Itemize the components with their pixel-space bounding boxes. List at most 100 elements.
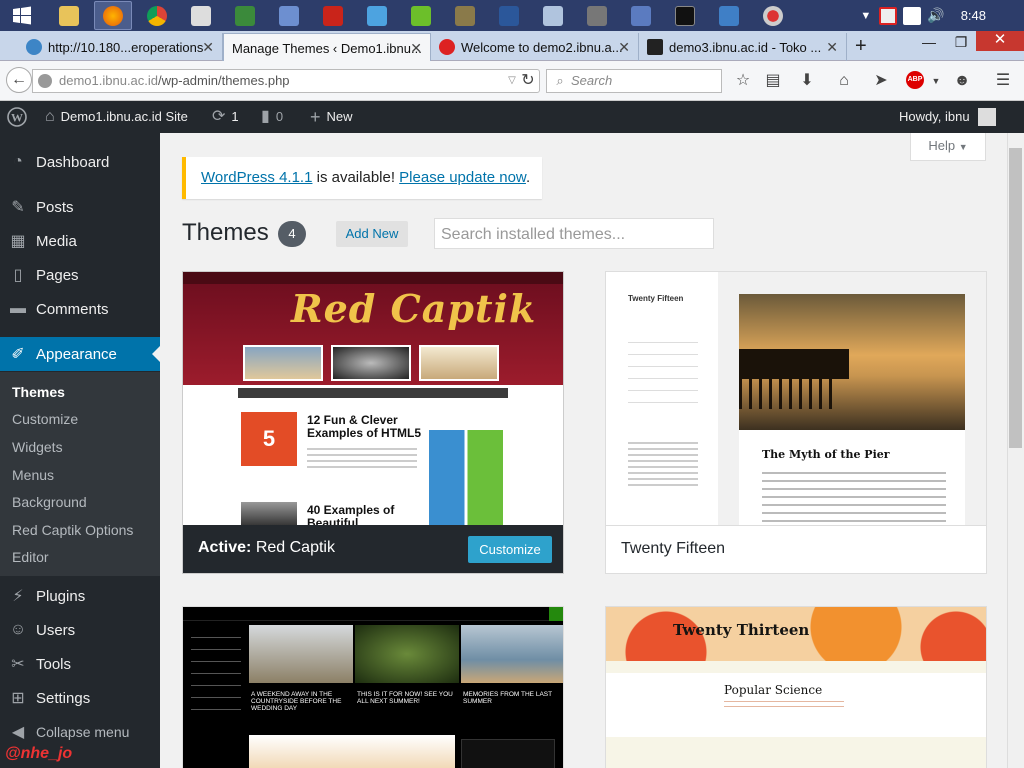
submenu-widgets[interactable]: Widgets	[12, 439, 63, 455]
customize-button[interactable]: Customize	[468, 536, 552, 563]
post-excerpt-lines	[307, 448, 417, 472]
restore-icon[interactable]: ❐	[946, 32, 976, 52]
menu-users[interactable]: ☺ Users	[0, 613, 160, 647]
submenu-themes[interactable]: Themes	[12, 384, 65, 400]
close-tab-icon[interactable]: ✕	[618, 39, 630, 56]
taskbar-control-panel[interactable]	[710, 1, 748, 30]
updates-link[interactable]: ⟳ 1	[212, 101, 239, 133]
flag-icon[interactable]	[903, 6, 922, 25]
theme-screenshot[interactable]: Twenty Fifteen The Myth of the Pier	[606, 272, 986, 525]
wp-logo-icon[interactable]: W	[7, 101, 27, 133]
theme-card-twenty-thirteen[interactable]: Twenty Thirteen Popular Science	[605, 606, 987, 768]
taskbar-chrome[interactable]	[138, 1, 176, 30]
ie-icon	[26, 39, 42, 55]
menu-settings[interactable]: ⊞ Settings	[0, 681, 160, 715]
menu-posts[interactable]: ✎ Posts	[0, 190, 160, 224]
collapse-menu[interactable]: ◀ Collapse menu	[0, 715, 160, 749]
taskbar-network-app[interactable]	[226, 1, 264, 30]
submenu-editor[interactable]: Editor	[12, 549, 49, 565]
browser-nav-bar: ← demo1.ibnu.ac.id/wp-admin/themes.php ▽…	[0, 61, 1024, 101]
menu-comments[interactable]: ▬ Comments	[0, 292, 160, 326]
menu-appearance[interactable]: ✐ Appearance	[0, 337, 160, 371]
close-tab-icon[interactable]: ✕	[410, 40, 422, 57]
taskbar-tool-app[interactable]	[182, 1, 220, 30]
menu-tools[interactable]: ✂ Tools	[0, 647, 160, 681]
taskbar-file-explorer[interactable]	[50, 1, 88, 30]
shop-icon	[647, 39, 663, 55]
menu-media[interactable]: ▦ Media	[0, 224, 160, 258]
taskbar-paint[interactable]	[358, 1, 396, 30]
new-content-link[interactable]: + New	[310, 101, 353, 133]
search-input[interactable]: Search	[546, 69, 722, 93]
globe-icon[interactable]	[38, 74, 52, 88]
close-tab-icon[interactable]: ✕	[202, 39, 214, 56]
back-arrow-icon[interactable]: ←	[6, 67, 32, 93]
pier-legs	[739, 379, 839, 409]
theme-screenshot[interactable]: Twenty Thirteen Popular Science	[606, 607, 986, 768]
tab-manage-themes[interactable]: Manage Themes ‹ Demo1.ibnu... ✕	[223, 33, 431, 62]
my-account[interactable]: Howdy, ibnu	[899, 101, 996, 133]
dropdown-small-icon[interactable]: ▼	[926, 71, 946, 91]
taskbar-cmd[interactable]	[666, 1, 704, 30]
chat-icon[interactable]: ☻	[952, 71, 972, 91]
reload-icon[interactable]: ↻	[518, 71, 538, 91]
taskbar-firefox[interactable]	[94, 1, 132, 30]
tab-demo3[interactable]: demo3.ibnu.ac.id - Toko ... ✕	[639, 33, 847, 61]
taskbar-virtualbox[interactable]	[270, 1, 308, 30]
taskbar-app-window[interactable]	[622, 1, 660, 30]
theme-screenshot[interactable]: Red Captik 5 12 Fun & Clever Examples of…	[183, 272, 563, 525]
submenu-menus[interactable]: Menus	[12, 467, 54, 483]
tab-demo2[interactable]: Welcome to demo2.ibnu.a... ✕	[431, 33, 639, 61]
help-button[interactable]: Help ▼	[910, 133, 986, 161]
close-window-icon[interactable]: ✕	[976, 31, 1024, 51]
send-icon[interactable]: ➤	[871, 71, 891, 91]
taskbar-green-tool[interactable]	[402, 1, 440, 30]
scrollbar-thumb[interactable]	[1009, 148, 1022, 448]
taskbar-record[interactable]	[754, 1, 792, 30]
home-icon[interactable]: ⌂	[834, 71, 854, 91]
theme-name[interactable]: Twenty Fifteen	[621, 540, 725, 558]
search-themes-input[interactable]: Search installed themes...	[434, 218, 714, 249]
menu-plugins[interactable]: ⚡ Plugins	[0, 579, 160, 613]
taskbar-remote[interactable]	[534, 1, 572, 30]
theme-card-twenty-fifteen[interactable]: Twenty Fifteen The Myth of the Pier Twen…	[605, 271, 987, 574]
start-button[interactable]	[0, 1, 44, 30]
close-tab-icon[interactable]: ✕	[826, 39, 838, 56]
comments-link[interactable]: ▮ 0	[261, 101, 283, 133]
address-bar[interactable]: demo1.ibnu.ac.id/wp-admin/themes.php	[32, 69, 540, 93]
new-tab-icon[interactable]: +	[855, 35, 867, 58]
adblock-icon[interactable]: ABP	[906, 71, 924, 89]
bookmark-star-icon[interactable]: ☆	[733, 71, 753, 91]
network-error-icon[interactable]	[879, 6, 898, 25]
theme-screenshot[interactable]: A WEEKEND AWAY IN THE COUNTRYSIDE BEFORE…	[183, 607, 563, 768]
tab-title: demo3.ibnu.ac.id - Toko ...	[669, 39, 822, 55]
taskbar-word[interactable]	[490, 1, 528, 30]
update-now-link[interactable]: Please update now	[399, 169, 526, 186]
submenu-customize[interactable]: Customize	[12, 411, 78, 427]
site-icon	[439, 39, 455, 55]
post-title: The Myth of the Pier	[762, 448, 890, 461]
volume-icon[interactable]: 🔊	[927, 7, 944, 24]
site-name-link[interactable]: ⌂ Demo1.ibnu.ac.id Site	[45, 101, 188, 133]
chevron-up-icon[interactable]: ▼	[860, 10, 871, 22]
taskbar-gimp[interactable]	[446, 1, 484, 30]
submenu-red-captik-options[interactable]: Red Captik Options	[12, 522, 133, 538]
submenu-background[interactable]: Background	[12, 494, 87, 510]
theme-card-twenty-fourteen[interactable]: A WEEKEND AWAY IN THE COUNTRYSIDE BEFORE…	[182, 606, 564, 768]
pin-icon: ✎	[11, 199, 25, 216]
add-new-theme-button[interactable]: Add New	[336, 221, 408, 247]
reading-list-icon[interactable]: ▤	[763, 71, 783, 91]
notice-text: is available!	[312, 169, 400, 186]
menu-pages[interactable]: ▯ Pages	[0, 258, 160, 292]
wordpress-version-link[interactable]: WordPress 4.1.1	[201, 169, 312, 186]
clock[interactable]: 8:48	[961, 8, 986, 23]
taskbar-filezilla[interactable]	[314, 1, 352, 30]
minimize-icon[interactable]: —	[914, 32, 944, 52]
theme-card-red-captik[interactable]: Red Captik 5 12 Fun & Clever Examples of…	[182, 271, 564, 574]
tab-operations[interactable]: http://10.180...eroperations ✕	[18, 33, 223, 61]
featured-photo	[355, 625, 459, 683]
menu-hamburger-icon[interactable]: ☰	[993, 71, 1013, 91]
menu-dashboard[interactable]: ◔ Dashboard	[0, 145, 160, 179]
download-icon[interactable]: ⬇	[797, 71, 817, 91]
taskbar-calculator[interactable]	[578, 1, 616, 30]
